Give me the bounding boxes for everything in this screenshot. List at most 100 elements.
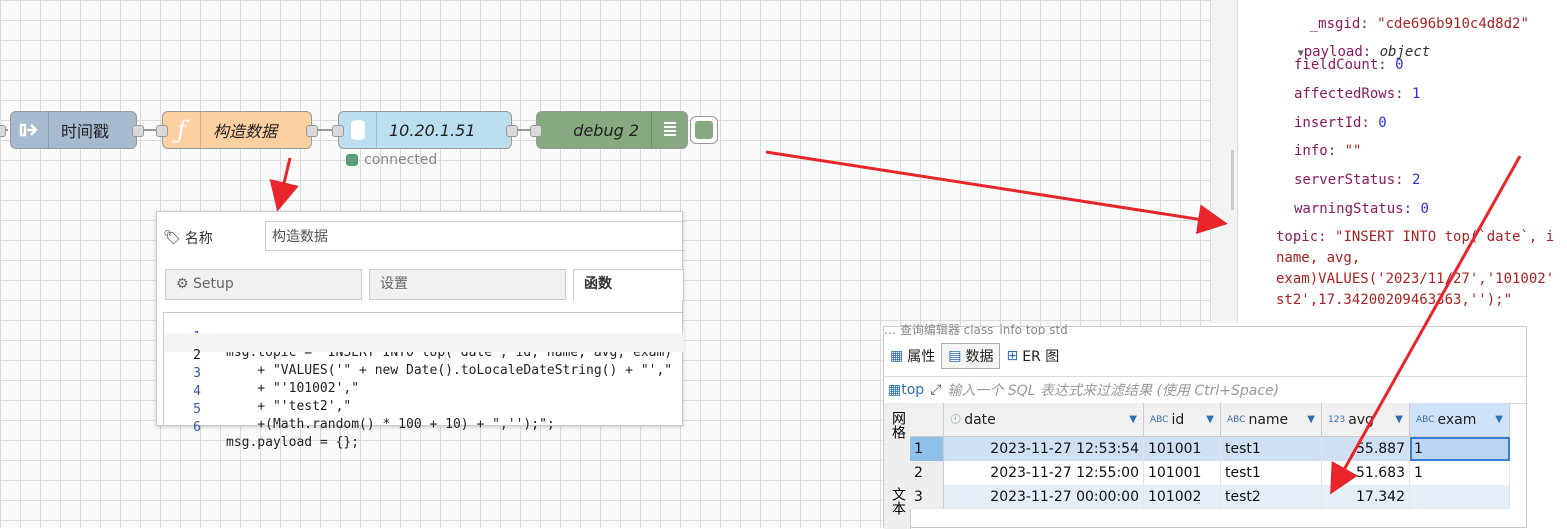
table-icon: ▦ — [890, 348, 904, 364]
debug-key: topic: — [1276, 229, 1327, 245]
tab-properties[interactable]: ▦ 属性 — [884, 343, 941, 369]
viewer-subtabs: ▦ 属性 ▤ 数据 ⊞ ER 图 — [884, 343, 1065, 369]
cell-name[interactable]: test1 — [1221, 461, 1322, 485]
port[interactable] — [156, 125, 168, 137]
sort-arrow-icon[interactable]: ▼ — [1206, 414, 1214, 425]
cell-avg[interactable]: 51.683 — [1322, 461, 1410, 485]
debug-key: fieldCount: — [1294, 57, 1387, 73]
code-editor[interactable]: 1 msg.topic = "INSERT INTO top(`date`, i… — [163, 312, 684, 450]
code-line: 6 msg.payload = {}; — [164, 405, 684, 450]
filter-input[interactable]: 输入一个 SQL 表达式来过滤结果 (使用 Ctrl+Space) — [947, 380, 1279, 400]
column-name: date — [964, 411, 996, 428]
status-dot-icon — [346, 154, 358, 166]
cell-date[interactable]: 2023-11-27 12:55:00 — [944, 461, 1144, 485]
splitter-grip-icon — [1231, 150, 1234, 210]
debug-key: insertId: — [1294, 115, 1370, 131]
column-header-name[interactable]: ABC name ▼ — [1221, 403, 1322, 437]
tab-label: ER 图 — [1022, 349, 1060, 365]
debug-value: "" — [1344, 143, 1362, 159]
column-header-exam[interactable]: ABC exam ▼ — [1410, 403, 1510, 437]
node-debug[interactable]: debug 2 — [536, 111, 688, 149]
debug-topic-cont: name, avg, — [1276, 250, 1361, 266]
debug-key: serverStatus: — [1294, 172, 1404, 188]
debug-field: fieldCount: 0 — [1294, 57, 1404, 73]
debug-key: info: — [1294, 143, 1337, 159]
node-function[interactable]: ƒ 构造数据 — [162, 111, 312, 149]
tab-label: Setup — [193, 276, 234, 292]
name-input[interactable]: 构造数据 — [265, 221, 685, 251]
status-text: connected — [364, 152, 438, 168]
debug-field: info: "" — [1294, 143, 1361, 159]
tag-icon: 🏷 — [163, 230, 181, 246]
tab-setup[interactable]: ⚙ Setup — [165, 269, 362, 300]
code-line: 1 msg.topic = "INSERT INTO top(`date`, i… — [164, 315, 684, 360]
tab-data[interactable]: ▤ 数据 — [941, 343, 1001, 369]
sort-arrow-icon[interactable]: ▼ — [1495, 414, 1503, 425]
tab-settings[interactable]: 设置 — [369, 269, 566, 300]
cell-id[interactable]: 101001 — [1144, 461, 1221, 485]
debug-topic: topic: "INSERT INTO top(`date`, i — [1276, 229, 1554, 245]
tab-label: 设置 — [380, 276, 408, 292]
node-mysql[interactable]: 10.20.1.51 — [338, 111, 512, 149]
debug-value: 0 — [1378, 115, 1387, 131]
node-status: connected — [346, 152, 437, 168]
debug-key: warningStatus: — [1294, 201, 1413, 217]
sort-arrow-icon[interactable]: ▼ — [1307, 414, 1315, 425]
name-label: 🏷 名称 — [163, 228, 213, 248]
cell-id[interactable]: 101002 — [1144, 485, 1221, 509]
debug-toggle-button[interactable] — [690, 116, 718, 144]
port[interactable] — [506, 125, 518, 137]
cell-exam[interactable]: 1 — [1410, 437, 1510, 461]
tab-grid[interactable]: 网格 — [888, 411, 908, 439]
row-number[interactable]: 2 — [910, 461, 944, 485]
port[interactable] — [530, 125, 542, 137]
code-line: 2 + "VALUES('" + new Date().toLocaleDate… — [164, 333, 684, 378]
tab-function[interactable]: 函数 — [573, 269, 684, 300]
clock-icon: 🕘 — [950, 414, 962, 425]
node-label: 时间戳 — [61, 122, 110, 141]
sort-arrow-icon[interactable]: ▼ — [1129, 414, 1137, 425]
column-header-avg[interactable]: 123 avg ▼ — [1322, 403, 1410, 437]
editor-tabs[interactable]: … 查询编辑器 class_info top std — [884, 321, 1528, 335]
column-header-date[interactable]: 🕘 date ▼ — [944, 403, 1144, 437]
cell-name[interactable]: test1 — [1221, 437, 1322, 461]
database-icon — [339, 112, 377, 148]
cell-avg[interactable]: 17.342 — [1322, 485, 1410, 509]
column-name: avg — [1348, 411, 1374, 428]
cell-date[interactable]: 2023-11-27 00:00:00 — [944, 485, 1144, 509]
debug-value: "INSERT INTO top(`date`, i — [1335, 229, 1555, 245]
gear-icon: ⚙ — [176, 276, 189, 292]
port[interactable] — [332, 125, 344, 137]
tab-text[interactable]: 文本 — [888, 487, 908, 515]
port[interactable] — [0, 125, 6, 137]
row-number[interactable]: 1 — [910, 437, 944, 461]
debug-topic-cont: st2',17.34200209463363,'');" — [1276, 292, 1513, 308]
sidebar-splitter[interactable] — [1210, 0, 1238, 323]
cell-id[interactable]: 101001 — [1144, 437, 1221, 461]
cell-avg[interactable]: 55.887 — [1322, 437, 1410, 461]
cell-exam[interactable] — [1410, 485, 1510, 509]
table-name[interactable]: ▦top — [884, 382, 924, 398]
debug-field: warningStatus: 0 — [1294, 201, 1429, 217]
cell-date[interactable]: 2023-11-27 12:53:54 — [944, 437, 1144, 461]
port[interactable] — [132, 125, 144, 137]
tab-label: 数据 — [965, 349, 994, 365]
row-number[interactable]: 3 — [910, 485, 944, 509]
port[interactable] — [306, 125, 318, 137]
cell-name[interactable]: test2 — [1221, 485, 1322, 509]
sort-arrow-icon[interactable]: ▼ — [1395, 414, 1403, 425]
node-timestamp[interactable]: 时间戳 — [10, 111, 137, 149]
cell-exam[interactable]: 1 — [1410, 461, 1510, 485]
debug-value: 0 — [1395, 57, 1404, 73]
tab-label: 函数 — [584, 276, 612, 292]
column-name: exam — [1437, 411, 1477, 428]
filter-bar: ▦top ⤢ 输入一个 SQL 表达式来过滤结果 (使用 Ctrl+Space) — [884, 376, 1528, 404]
list-icon — [651, 112, 687, 148]
tab-er-diagram[interactable]: ⊞ ER 图 — [1000, 343, 1065, 369]
column-header-id[interactable]: ABC id ▼ — [1144, 403, 1221, 437]
expand-icon[interactable]: ⤢ — [930, 382, 941, 398]
type-icon: 123 — [1328, 414, 1346, 425]
table-icon: ▦ — [888, 382, 902, 398]
debug-value: 2 — [1412, 172, 1421, 188]
db-data-viewer: … 查询编辑器 class_info top std ▦ 属性 ▤ 数据 ⊞ ER 图… — [883, 323, 1528, 529]
